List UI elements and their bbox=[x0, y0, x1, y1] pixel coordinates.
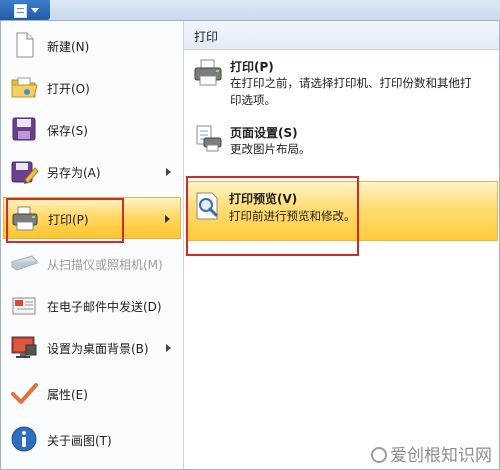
menu-item-label: 打开(O) bbox=[47, 82, 90, 96]
submenu-arrow-icon bbox=[165, 215, 170, 223]
menu-item-properties[interactable]: 属性(E) bbox=[3, 373, 181, 415]
properties-check-icon bbox=[11, 383, 38, 404]
scanner-icon bbox=[11, 255, 38, 271]
menu-item-new[interactable]: 新建(N) bbox=[3, 25, 181, 67]
info-icon bbox=[11, 426, 37, 452]
email-icon bbox=[12, 297, 36, 315]
save-as-icon bbox=[11, 161, 39, 184]
submenu-arrow-icon bbox=[166, 344, 171, 352]
document-menu-icon bbox=[14, 4, 27, 18]
menu-left-column: 新建(N) 打开(O) 保存(S) 另存为(A) 打印(P) 从扫描仪或照相机(… bbox=[1, 21, 184, 469]
paint-menu-button[interactable] bbox=[0, 0, 50, 20]
submenu-item-title: 页面设置(S) bbox=[230, 126, 298, 140]
menu-item-label: 关于画图(T) bbox=[47, 434, 112, 448]
annotation-box bbox=[186, 176, 359, 256]
new-document-icon bbox=[16, 32, 34, 58]
save-disk-icon bbox=[12, 117, 36, 141]
menu-item-label: 属性(E) bbox=[47, 388, 88, 402]
printer-icon bbox=[194, 59, 222, 86]
submenu-item-page-setup[interactable]: 页面设置(S) 更改图片布局。 bbox=[188, 120, 494, 164]
open-folder-icon bbox=[11, 77, 38, 98]
submenu-item-description: 在打印之前，请选择打印机、打印份数和其他打印选项。 bbox=[230, 76, 472, 107]
watermark: 爱创根知识网 bbox=[371, 441, 492, 466]
application-menu: 新建(N) 打开(O) 保存(S) 另存为(A) 打印(P) 从扫描仪或照相机(… bbox=[0, 20, 500, 470]
menu-item-open[interactable]: 打开(O) bbox=[3, 67, 181, 109]
submenu-item-title: 打印(P) bbox=[230, 60, 274, 74]
menu-item-save-as[interactable]: 另存为(A) bbox=[3, 151, 181, 193]
menu-item-label: 保存(S) bbox=[47, 124, 88, 138]
menu-item-label: 从扫描仪或照相机(M) bbox=[47, 258, 163, 272]
watermark-text: 爱创根知识网 bbox=[390, 446, 492, 466]
menu-item-save[interactable]: 保存(S) bbox=[3, 109, 181, 151]
menu-item-scanner[interactable]: 从扫描仪或照相机(M) bbox=[3, 243, 181, 285]
watermark-logo-icon bbox=[371, 447, 387, 463]
page-setup-icon bbox=[196, 125, 222, 152]
menu-item-label: 新建(N) bbox=[47, 40, 90, 54]
menu-item-email[interactable]: 在电子邮件中发送(D) bbox=[3, 285, 181, 327]
menu-item-label: 设置为桌面背景(B) bbox=[47, 342, 149, 356]
menu-item-label: 在电子邮件中发送(D) bbox=[47, 300, 162, 314]
title-bar bbox=[0, 0, 500, 21]
submenu-arrow-icon bbox=[166, 168, 171, 176]
panel-header: 打印 bbox=[184, 21, 499, 50]
annotation-box bbox=[6, 198, 124, 243]
menu-item-label: 另存为(A) bbox=[47, 166, 101, 180]
panel-title: 打印 bbox=[194, 30, 219, 44]
menu-item-desktop-background[interactable]: 设置为桌面背景(B) bbox=[3, 327, 181, 369]
submenu-item-description: 更改图片布局。 bbox=[230, 142, 311, 156]
menu-item-about[interactable]: 关于画图(T) bbox=[3, 419, 181, 461]
submenu-item-print[interactable]: 打印(P) 在打印之前，请选择打印机、打印份数和其他打印选项。 bbox=[188, 54, 494, 112]
desktop-background-icon bbox=[11, 336, 37, 358]
caret-down-icon bbox=[31, 8, 39, 13]
